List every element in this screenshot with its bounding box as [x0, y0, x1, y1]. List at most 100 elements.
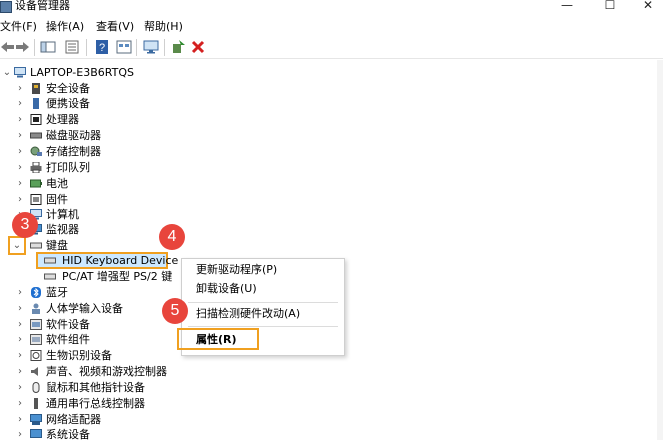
- usb-icon: [34, 398, 38, 409]
- menu-scan-hardware-changes[interactable]: 扫描检测硬件改动(A): [196, 307, 300, 321]
- tree-item-label: 鼠标和其他指针设备: [46, 381, 145, 394]
- toolbar-separator: [164, 39, 165, 56]
- menu-file[interactable]: 文件(F): [0, 20, 37, 33]
- expand-chevron-icon[interactable]: ›: [15, 160, 25, 175]
- expand-arrow-highlight: [8, 236, 26, 255]
- menu-separator: [188, 302, 338, 303]
- help-icon[interactable]: ?: [94, 39, 110, 55]
- tree-item-security-devices[interactable]: › 安全设备: [0, 81, 400, 96]
- expand-chevron-icon[interactable]: ›: [15, 81, 25, 96]
- expand-chevron-icon[interactable]: ›: [15, 412, 25, 427]
- tree-item-disk-drives[interactable]: › 磁盘驱动器: [0, 128, 400, 143]
- tree-item-portable-devices[interactable]: › 便携设备: [0, 96, 400, 111]
- toolbar: ?: [0, 36, 663, 59]
- tree-item-label: 安全设备: [46, 82, 90, 95]
- biometric-icon: [30, 350, 42, 361]
- hid-icon: [32, 303, 40, 314]
- tree-item-label: 网络适配器: [46, 413, 101, 426]
- expand-chevron-icon[interactable]: ›: [15, 112, 25, 127]
- tree-item-computer[interactable]: › 计算机: [0, 207, 400, 222]
- storage-controller-icon: [30, 146, 42, 156]
- show-hide-console-tree-icon[interactable]: [40, 39, 56, 55]
- properties-highlight: [177, 328, 259, 350]
- maximize-button[interactable]: ☐: [595, 0, 625, 14]
- expand-chevron-icon[interactable]: ›: [15, 96, 25, 111]
- expand-chevron-icon[interactable]: ›: [15, 192, 25, 207]
- minimize-button[interactable]: —: [552, 0, 582, 14]
- expand-chevron-icon[interactable]: ›: [15, 144, 25, 159]
- expand-chevron-icon[interactable]: ›: [15, 176, 25, 191]
- tree-item-keyboards[interactable]: ⌄ 键盘: [0, 238, 400, 253]
- menu-bar: 文件(F) 操作(A) 查看(V) 帮助(H): [0, 17, 663, 35]
- menu-help[interactable]: 帮助(H): [144, 20, 183, 33]
- expand-chevron-icon[interactable]: ›: [15, 380, 25, 395]
- tree-item-processors[interactable]: › 处理器: [0, 112, 400, 127]
- root-label: LAPTOP-E3B6RTQS: [30, 66, 134, 79]
- step-badge-4: 4: [159, 224, 185, 250]
- tree-item-firmware[interactable]: › 固件: [0, 192, 400, 207]
- portable-device-icon: [33, 98, 39, 109]
- window-title: 设备管理器: [15, 0, 70, 12]
- expand-chevron-icon[interactable]: ›: [15, 317, 25, 332]
- tree-item-label: 存储控制器: [46, 145, 101, 158]
- tree-item-label: 人体学输入设备: [46, 302, 123, 315]
- expand-chevron-icon[interactable]: ›: [15, 128, 25, 143]
- properties-icon[interactable]: [64, 39, 80, 55]
- tree-item-network-adapters[interactable]: › 网络适配器: [0, 412, 400, 427]
- mouse-icon: [32, 382, 40, 393]
- tree-item-label: 软件组件: [46, 333, 90, 346]
- tree-item-label: 声音、视频和游戏控制器: [46, 365, 167, 378]
- forward-icon[interactable]: [14, 39, 30, 55]
- tree-item-label: PC/AT 增强型 PS/2 键: [62, 270, 173, 283]
- title-bar: 设备管理器 — ☐ ✕: [0, 0, 663, 16]
- step-badge-5: 5: [162, 298, 188, 324]
- keyboard-icon: [44, 273, 56, 280]
- step-badge-3: 3: [12, 212, 38, 238]
- menu-uninstall-device[interactable]: 卸载设备(U): [196, 282, 257, 296]
- tree-item-sound-video-game-controllers[interactable]: › 声音、视频和游戏控制器: [0, 364, 400, 379]
- view-icon[interactable]: [116, 39, 132, 55]
- speaker-icon: [31, 367, 38, 376]
- update-driver-icon[interactable]: [170, 39, 186, 55]
- expand-chevron-icon[interactable]: ›: [15, 285, 25, 300]
- toolbar-separator: [136, 39, 137, 56]
- tree-item-storage-controllers[interactable]: › 存储控制器: [0, 144, 400, 159]
- tree-item-label: 便携设备: [46, 97, 90, 110]
- expand-chevron-icon[interactable]: ›: [15, 396, 25, 411]
- monitor-scan-icon[interactable]: [143, 39, 159, 55]
- computer-icon: [14, 67, 26, 78]
- tree-root[interactable]: ⌄ LAPTOP-E3B6RTQS: [0, 65, 400, 80]
- battery-icon: [30, 179, 42, 188]
- menu-update-driver[interactable]: 更新驱动程序(P): [196, 263, 277, 277]
- toolbar-separator: [34, 39, 35, 56]
- tree-item-label: 固件: [46, 193, 68, 206]
- expand-chevron-icon[interactable]: ›: [15, 332, 25, 347]
- tree-item-label: 蓝牙: [46, 286, 68, 299]
- toolbar-separator: [86, 39, 87, 56]
- keyboard-icon: [30, 242, 42, 249]
- tree-item-mice-pointing-devices[interactable]: › 鼠标和其他指针设备: [0, 380, 400, 395]
- firmware-icon: [30, 194, 42, 205]
- tree-item-batteries[interactable]: › 电池: [0, 176, 400, 191]
- tree-item-label: 生物识别设备: [46, 349, 112, 362]
- security-device-icon: [32, 83, 40, 94]
- vertical-scrollbar[interactable]: [657, 60, 663, 440]
- tree-item-label: 计算机: [46, 208, 79, 221]
- menu-action[interactable]: 操作(A): [46, 20, 84, 33]
- tree-item-print-queues[interactable]: › 打印队列: [0, 160, 400, 175]
- expand-chevron-icon[interactable]: ›: [15, 364, 25, 379]
- expand-chevron-icon[interactable]: ›: [15, 348, 25, 363]
- uninstall-x-icon[interactable]: [190, 39, 206, 55]
- menu-separator: [188, 326, 338, 327]
- tree-item-label: 软件设备: [46, 318, 90, 331]
- svg-text:?: ?: [99, 42, 105, 54]
- tree-item-label: 处理器: [46, 113, 79, 126]
- tree-item-usb-controllers[interactable]: › 通用串行总线控制器: [0, 396, 400, 411]
- collapse-chevron-icon[interactable]: ⌄: [2, 65, 12, 80]
- menu-view[interactable]: 查看(V): [96, 20, 134, 33]
- tree-item-monitors[interactable]: › 监视器: [0, 222, 400, 237]
- processor-icon: [30, 114, 42, 125]
- expand-chevron-icon[interactable]: ›: [15, 301, 25, 316]
- close-button[interactable]: ✕: [633, 0, 663, 14]
- tree-item-label: 磁盘驱动器: [46, 129, 101, 142]
